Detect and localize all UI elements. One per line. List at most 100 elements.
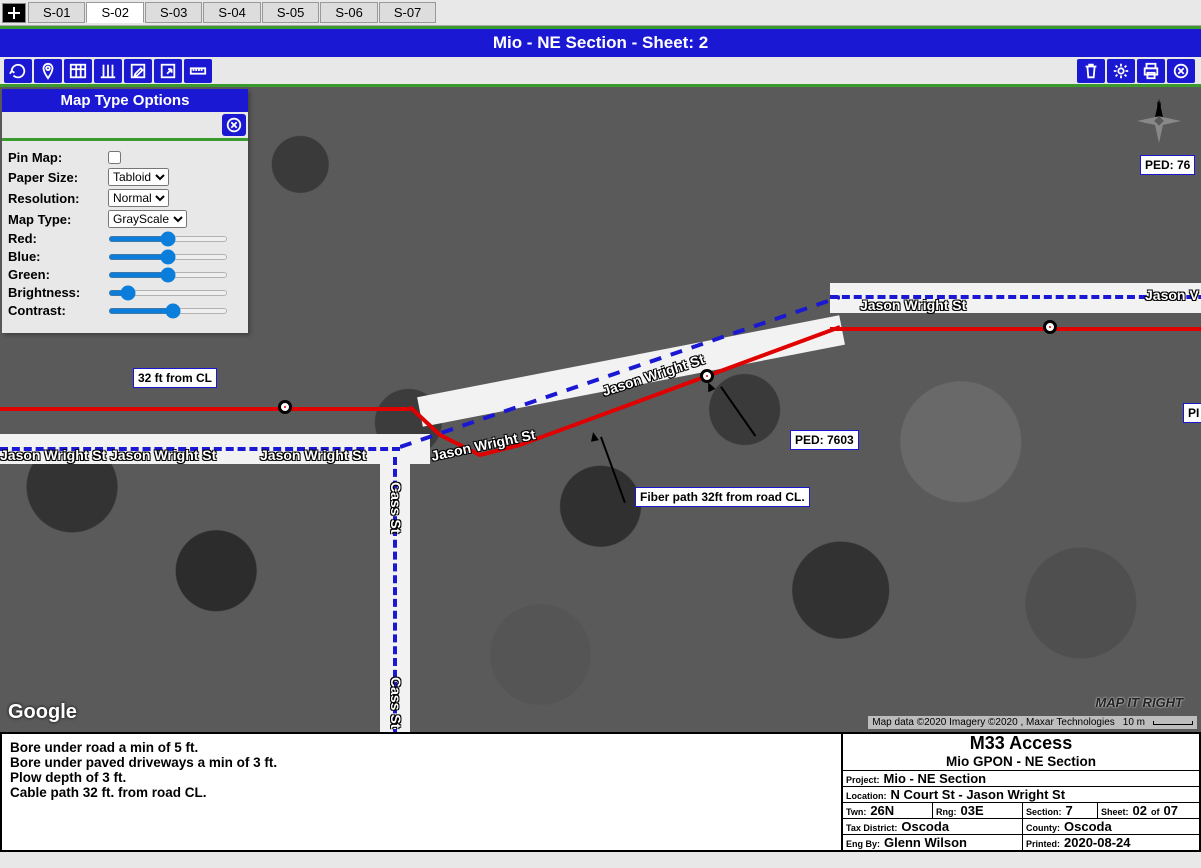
field-value: 26N	[870, 803, 894, 818]
titleblock-h1: M33 Access	[843, 734, 1199, 754]
blue-label: Blue:	[8, 249, 108, 264]
sheet-footer: Bore under road a min of 5 ft. Bore unde…	[0, 732, 1201, 852]
map-type-select[interactable]: GrayScale	[108, 210, 187, 228]
field-value: 7	[1066, 803, 1073, 818]
engineering-notes: Bore under road a min of 5 ft. Bore unde…	[2, 734, 843, 850]
tab-s05[interactable]: S-05	[262, 2, 319, 23]
street-label: Jason Wright St	[0, 447, 106, 463]
contrast-slider[interactable]	[108, 308, 228, 314]
vendor-logo: MAP IT RIGHT	[1095, 695, 1183, 710]
svg-text:N: N	[1157, 102, 1162, 109]
edit-button[interactable]	[124, 59, 152, 83]
field-value: Oscoda	[901, 819, 949, 834]
scale-text: 10 m	[1123, 717, 1145, 728]
note-line: Plow depth of 3 ft.	[10, 770, 833, 785]
tab-s02[interactable]: S-02	[86, 2, 143, 23]
callout-pi: PI	[1183, 403, 1201, 423]
field-label: Sheet:	[1101, 807, 1129, 817]
tab-s06[interactable]: S-06	[320, 2, 377, 23]
fiber-path	[830, 327, 1201, 331]
fiber-node[interactable]	[1043, 320, 1057, 334]
title-block: M33 Access Mio GPON - NE Section Project…	[843, 734, 1199, 850]
field-value: Oscoda	[1064, 819, 1112, 834]
street-label: Jason Wright St	[260, 447, 366, 463]
field-label: Project:	[846, 775, 880, 785]
map-attribution: Map data ©2020 Imagery ©2020 , Maxar Tec…	[868, 716, 1197, 729]
google-logo: Google	[8, 701, 77, 724]
compass-icon: N	[1135, 97, 1183, 145]
red-label: Red:	[8, 231, 108, 246]
street-label: Jason V	[1145, 287, 1199, 303]
pin-map-checkbox[interactable]	[108, 151, 121, 164]
callout-cl-note: 32 ft from CL	[133, 368, 217, 388]
brightness-slider[interactable]	[108, 290, 228, 296]
panel-close-button[interactable]	[222, 114, 246, 136]
field-label: Tax District:	[846, 823, 897, 833]
brightness-label: Brightness:	[8, 285, 108, 300]
ruler-button[interactable]	[184, 59, 212, 83]
tab-s04[interactable]: S-04	[203, 2, 260, 23]
blue-slider[interactable]	[108, 254, 228, 260]
contrast-label: Contrast:	[8, 303, 108, 318]
scalebar-icon	[1153, 721, 1193, 725]
field-label: Rng:	[936, 807, 957, 817]
tab-s01[interactable]: S-01	[28, 2, 85, 23]
panel-title: Map Type Options	[2, 89, 248, 112]
arrowhead-icon	[589, 431, 599, 441]
street-label: Cass St	[388, 677, 404, 728]
field-value: 02	[1133, 803, 1147, 818]
field-label: Location:	[846, 791, 887, 801]
field-label: County:	[1026, 823, 1060, 833]
map-canvas[interactable]: Jason Wright St Jason Wright St Jason Wr…	[0, 87, 1201, 732]
green-slider[interactable]	[108, 272, 228, 278]
pin-map-label: Pin Map:	[8, 150, 108, 165]
field-value: 03E	[961, 803, 984, 818]
street-label: Cass St	[388, 482, 404, 533]
green-label: Green:	[8, 267, 108, 282]
map-type-label: Map Type:	[8, 212, 108, 227]
columns-button[interactable]	[94, 59, 122, 83]
street-label: Jason Wright St	[860, 297, 966, 313]
paper-size-select[interactable]: Tabloid	[108, 168, 169, 186]
export-button[interactable]	[154, 59, 182, 83]
note-line: Bore under road a min of 5 ft.	[10, 740, 833, 755]
fiber-path	[0, 407, 410, 411]
field-label: Eng By:	[846, 839, 880, 849]
street-label: Jason Wright St	[110, 447, 216, 463]
attribution-text: Map data ©2020 Imagery ©2020 , Maxar Tec…	[872, 717, 1114, 728]
note-line: Bore under paved driveways a min of 3 ft…	[10, 755, 833, 770]
toolbar	[0, 57, 1201, 87]
paper-size-label: Paper Size:	[8, 170, 108, 185]
resolution-label: Resolution:	[8, 191, 108, 206]
field-label: of	[1151, 807, 1160, 817]
fiber-node[interactable]	[278, 400, 292, 414]
table-button[interactable]	[64, 59, 92, 83]
tab-s07[interactable]: S-07	[379, 2, 436, 23]
settings-button[interactable]	[1107, 59, 1135, 83]
map-options-panel: Map Type Options Pin Map: Paper Size: Ta…	[2, 89, 248, 333]
callout-ped-b: PED: 7603	[790, 430, 859, 450]
field-value: 2020-08-24	[1064, 835, 1131, 850]
field-label: Printed:	[1026, 839, 1060, 849]
add-sheet-button[interactable]	[2, 3, 26, 23]
callout-fiber-note: Fiber path 32ft from road CL.	[635, 487, 810, 507]
titleblock-h2: Mio GPON - NE Section	[843, 754, 1199, 771]
sheet-tabstrip: S-01 S-02 S-03 S-04 S-05 S-06 S-07	[0, 0, 1201, 26]
map-marker-button[interactable]	[34, 59, 62, 83]
field-value: 07	[1163, 803, 1177, 818]
resolution-select[interactable]: Normal	[108, 189, 169, 207]
close-button[interactable]	[1167, 59, 1195, 83]
field-label: Section:	[1026, 807, 1062, 817]
trash-button[interactable]	[1077, 59, 1105, 83]
red-slider[interactable]	[108, 236, 228, 242]
field-value: Mio - NE Section	[884, 771, 987, 786]
field-value: N Court St - Jason Wright St	[891, 787, 1066, 802]
field-label: Twn:	[846, 807, 866, 817]
page-title: Mio - NE Section - Sheet: 2	[0, 26, 1201, 57]
tab-s03[interactable]: S-03	[145, 2, 202, 23]
refresh-button[interactable]	[4, 59, 32, 83]
field-value: Glenn Wilson	[884, 835, 967, 850]
callout-ped-a: PED: 76	[1140, 155, 1195, 175]
print-button[interactable]	[1137, 59, 1165, 83]
note-line: Cable path 32 ft. from road CL.	[10, 785, 833, 800]
